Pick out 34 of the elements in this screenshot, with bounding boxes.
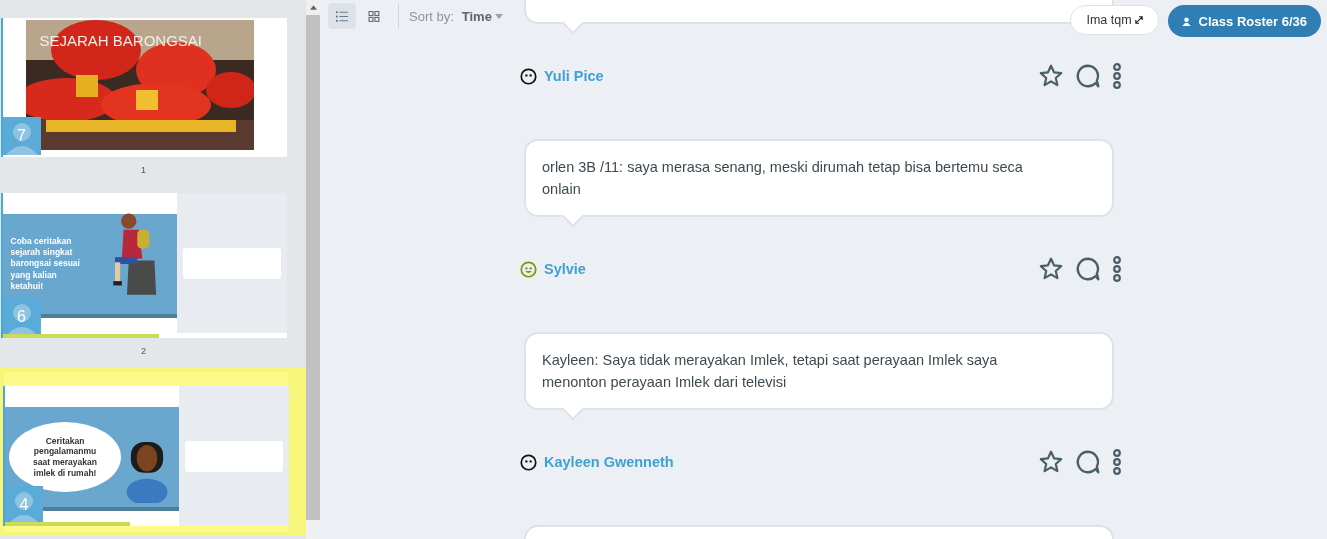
response-text: orlen 3B /11: saya merasa senang, meski dirumah tetap bisa bertemu seca onlain bbox=[542, 158, 1024, 199]
slide-title: Coba ceritakan sejarah singkat barongsai sesuai yang kalian ketahui! bbox=[10, 236, 81, 292]
comment-icon[interactable] bbox=[1075, 256, 1101, 282]
response-text: Kayleen: Saya tidak merayakan Imlek, tetapi saat perayaan Imlek saya menonton perayaan Imlek dari televisi bbox=[542, 351, 999, 392]
comment-icon[interactable] bbox=[1075, 63, 1101, 89]
response-count-badge: 7 bbox=[2, 117, 41, 155]
person-icon bbox=[1181, 16, 1191, 26]
response-count-badge: 6 bbox=[2, 298, 41, 336]
star-icon[interactable] bbox=[1038, 449, 1064, 475]
slide-number: 1 bbox=[141, 164, 146, 175]
slide-thumbnail[interactable]: Coba ceritakan sejarah singkat barongsai sesuai yang kalian ketahui! 6 bbox=[0, 193, 287, 338]
star-icon[interactable] bbox=[1038, 256, 1064, 282]
scrollbar[interactable] bbox=[306, 0, 320, 539]
caret-icon bbox=[494, 13, 503, 19]
response-count-badge: 4 bbox=[5, 486, 43, 524]
star-icon[interactable] bbox=[1038, 63, 1064, 89]
more-options-icon[interactable] bbox=[1112, 449, 1122, 475]
scroll-up-icon[interactable] bbox=[309, 5, 317, 10]
expand-icon bbox=[1134, 16, 1143, 24]
sort-label: Sort by: bbox=[409, 8, 454, 24]
thought-cloud: Ceritakan pengalamanmu saat merayakan imlek di rumah! bbox=[9, 422, 121, 492]
class-roster-button[interactable]: Class Roster 6/36 bbox=[1167, 5, 1321, 37]
slide-number: 2 bbox=[141, 345, 146, 356]
more-options-icon[interactable] bbox=[1112, 63, 1122, 89]
author-name[interactable]: Sylvie bbox=[544, 261, 586, 277]
share-button[interactable]: Ima tqm bbox=[1070, 5, 1159, 35]
comment-icon[interactable] bbox=[1075, 449, 1101, 475]
list-icon bbox=[336, 10, 348, 22]
more-options-icon[interactable] bbox=[1112, 256, 1122, 282]
author-name[interactable]: Yuli Pice bbox=[544, 68, 604, 84]
author-name[interactable]: Kayleen Gwenneth bbox=[544, 454, 674, 470]
slide-thumbnail[interactable]: Ceritakan pengalamanmu saat merayakan imlek di rumah! 4 bbox=[3, 386, 289, 526]
grid-icon bbox=[368, 10, 380, 22]
sort-dropdown[interactable]: Time bbox=[457, 8, 503, 24]
